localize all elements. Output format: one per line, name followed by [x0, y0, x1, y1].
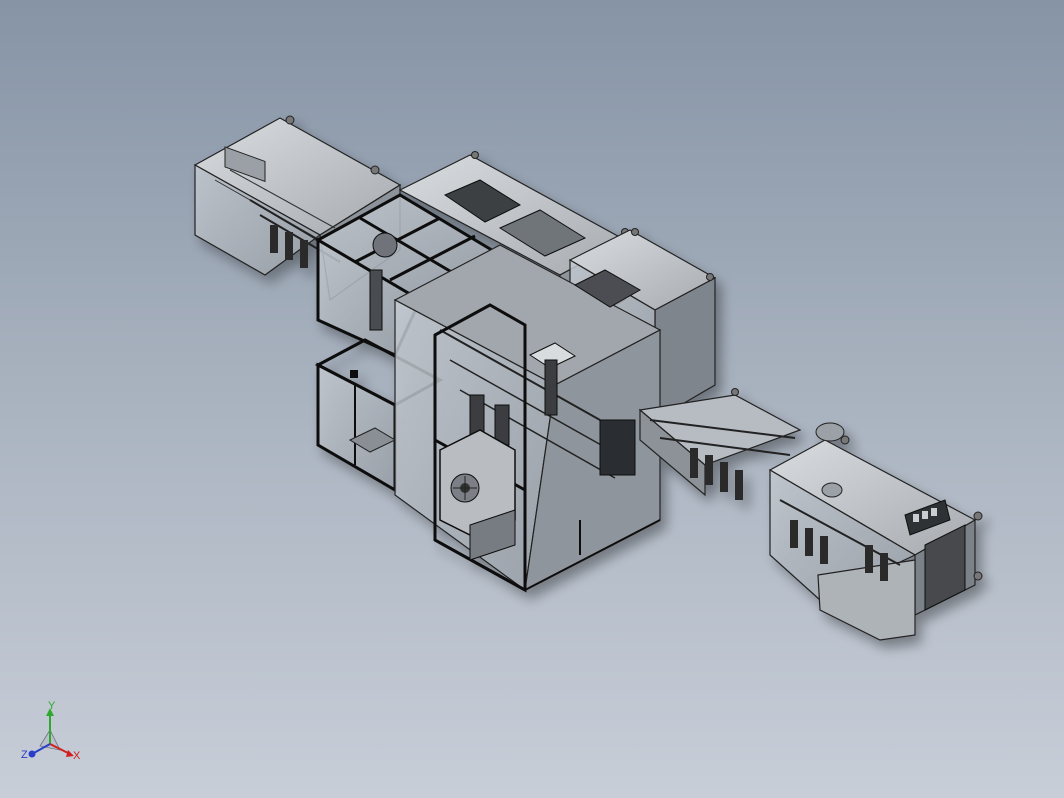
z-axis-label: Z	[21, 749, 28, 761]
axis-triad: Y Z X	[21, 700, 81, 762]
assembly-group	[193, 115, 983, 641]
z-axis-end-icon	[28, 750, 36, 758]
blower-unit	[439, 429, 516, 561]
graphics-viewport[interactable]: Y Z X	[0, 0, 1064, 798]
machine-assembly-model[interactable]	[0, 0, 1064, 798]
right-end-module	[768, 422, 983, 641]
x-axis-label: X	[73, 750, 81, 762]
y-axis-label: Y	[48, 700, 56, 712]
